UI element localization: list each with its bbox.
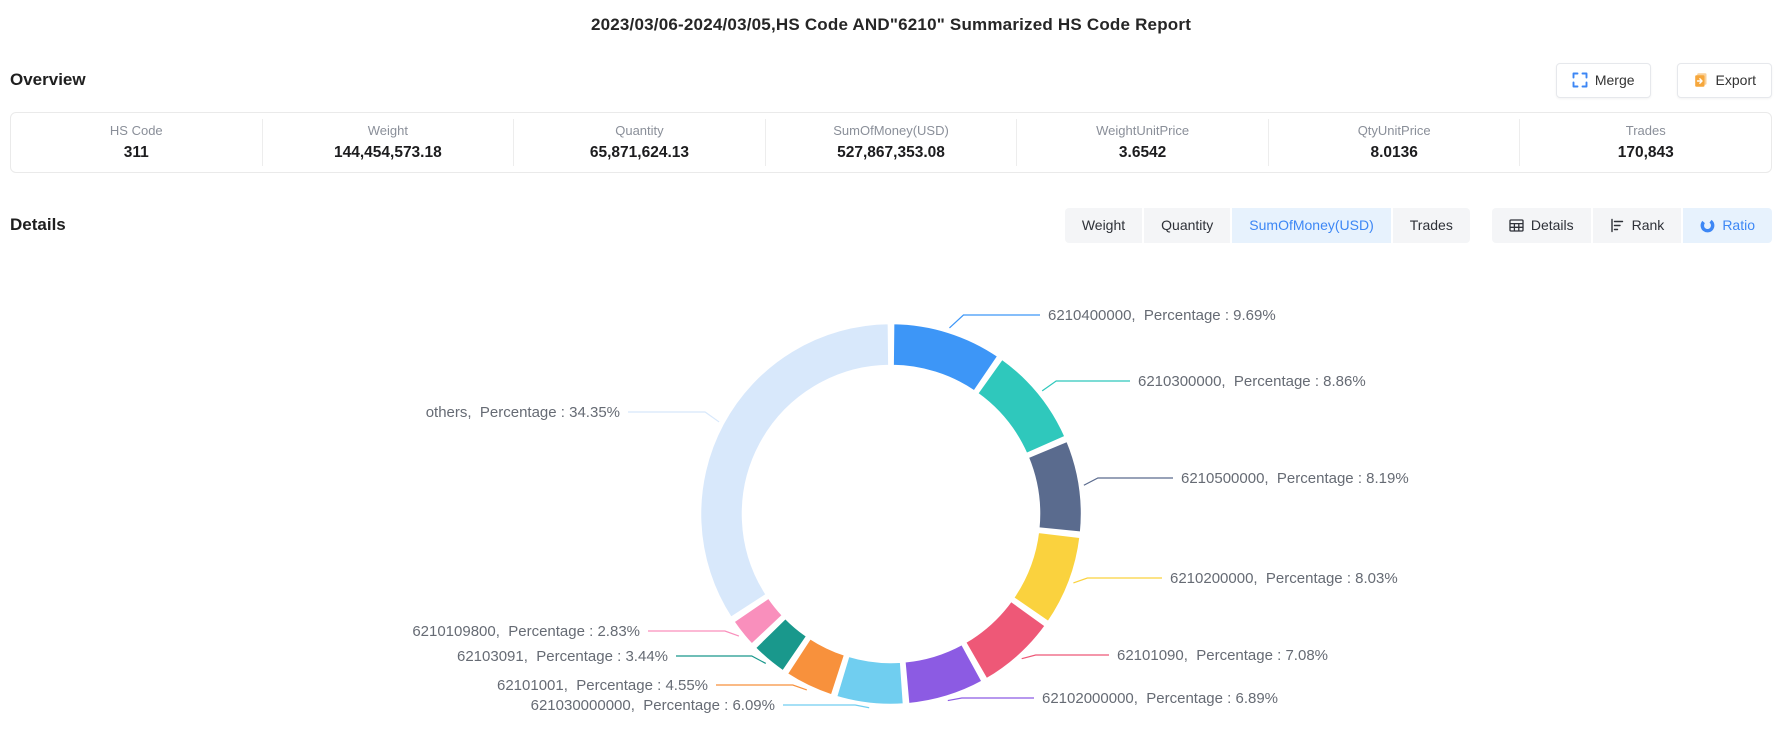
label-leader-line <box>1073 578 1162 583</box>
slice-label-6210109800: 6210109800, Percentage : 2.83% <box>412 623 640 640</box>
tab-label: Weight <box>1082 217 1125 233</box>
label-leader-line <box>648 631 739 636</box>
details-heading: Details <box>10 215 66 235</box>
tab-label: SumOfMoney(USD) <box>1249 217 1373 233</box>
view-tab-ratio[interactable]: Ratio <box>1683 208 1772 243</box>
donut-chart-svg: 6210400000, Percentage : 9.69% 6210300000… <box>0 249 1782 718</box>
slice-label-621030000000: 621030000000, Percentage : 6.09% <box>531 697 775 714</box>
overview-header-row: Overview Merge Export <box>0 61 1782 99</box>
toolbar: Merge Export <box>1556 63 1772 98</box>
stat-value: 144,454,573.18 <box>263 144 514 162</box>
view-tab-details[interactable]: Details <box>1492 208 1591 243</box>
merge-button-label: Merge <box>1595 72 1635 88</box>
tab-label: Quantity <box>1161 217 1213 233</box>
stat-label: WeightUnitPrice <box>1017 123 1268 138</box>
tab-label: Details <box>1531 217 1574 233</box>
slice-label-62102000000: 62102000000, Percentage : 6.89% <box>1042 690 1278 707</box>
label-leader-line <box>783 705 869 708</box>
stat-label: SumOfMoney(USD) <box>766 123 1017 138</box>
stat-value: 65,871,624.13 <box>514 144 765 162</box>
export-button-label: Export <box>1716 72 1756 88</box>
stat-trades: Trades 170,843 <box>1520 119 1771 166</box>
stat-qtyunitprice: QtyUnitPrice 8.0136 <box>1269 119 1521 166</box>
label-leader-line <box>1022 655 1109 659</box>
tab-label: Ratio <box>1722 217 1755 233</box>
label-leader-line <box>628 412 719 422</box>
table-icon <box>1509 218 1524 233</box>
donut-slice-6210500000[interactable] <box>1028 441 1082 533</box>
stat-value: 311 <box>11 144 262 162</box>
view-tab-group: Details Rank Ratio <box>1492 208 1772 243</box>
details-tab-area: Weight Quantity SumOfMoney(USD) Trades Deta… <box>1065 208 1772 243</box>
metric-tab-trades[interactable]: Trades <box>1393 208 1470 243</box>
slice-label-6210300000: 6210300000, Percentage : 8.86% <box>1138 373 1366 390</box>
label-leader-line <box>949 315 1040 328</box>
ratio-chart-area: 6210400000, Percentage : 9.69% 6210300000… <box>0 249 1782 718</box>
label-leader-line <box>1084 478 1173 485</box>
tab-label: Trades <box>1410 217 1453 233</box>
stat-label: QtyUnitPrice <box>1269 123 1520 138</box>
slice-label-6210200000: 6210200000, Percentage : 8.03% <box>1170 570 1398 587</box>
stat-label: HS Code <box>11 123 262 138</box>
rank-icon <box>1610 218 1625 233</box>
tab-label: Rank <box>1632 217 1665 233</box>
donut-icon <box>1700 218 1715 233</box>
stat-value: 170,843 <box>1520 144 1771 162</box>
stat-sumofmoney-usd: SumOfMoney(USD) 527,867,353.08 <box>766 119 1018 166</box>
stat-label: Weight <box>263 123 514 138</box>
donut-slice-others[interactable] <box>700 323 889 618</box>
stat-weightunitprice: WeightUnitPrice 3.6542 <box>1017 119 1269 166</box>
overview-heading: Overview <box>10 70 86 90</box>
stat-value: 8.0136 <box>1269 144 1520 162</box>
export-button[interactable]: Export <box>1677 63 1772 98</box>
merge-button[interactable]: Merge <box>1556 63 1651 98</box>
page-title: 2023/03/06-2024/03/05,HS Code AND"6210" … <box>0 0 1782 35</box>
overview-stats-panel: HS Code 311Weight 144,454,573.18Quantity 65… <box>10 112 1772 173</box>
stat-weight: Weight 144,454,573.18 <box>263 119 515 166</box>
slice-label-others: others, Percentage : 34.35% <box>426 404 620 421</box>
export-icon <box>1693 72 1709 88</box>
label-leader-line <box>1042 381 1130 391</box>
stat-hs-code: HS Code 311 <box>11 119 263 166</box>
metric-tab-sumofmoney-usd[interactable]: SumOfMoney(USD) <box>1232 208 1390 243</box>
slice-label-6210500000: 6210500000, Percentage : 8.19% <box>1181 470 1409 487</box>
slice-label-6210400000: 6210400000, Percentage : 9.69% <box>1048 307 1276 324</box>
slice-label-62101090: 62101090, Percentage : 7.08% <box>1117 647 1328 664</box>
label-leader-line <box>676 656 766 663</box>
stat-label: Quantity <box>514 123 765 138</box>
metric-tab-weight[interactable]: Weight <box>1065 208 1142 243</box>
metric-tab-quantity[interactable]: Quantity <box>1144 208 1230 243</box>
slice-label-62103091: 62103091, Percentage : 3.44% <box>457 648 668 665</box>
label-leader-line <box>948 698 1034 701</box>
view-tab-rank[interactable]: Rank <box>1593 208 1682 243</box>
stat-value: 3.6542 <box>1017 144 1268 162</box>
donut-slice-6210300000[interactable] <box>977 359 1066 455</box>
stat-quantity: Quantity 65,871,624.13 <box>514 119 766 166</box>
stat-value: 527,867,353.08 <box>766 144 1017 162</box>
stat-label: Trades <box>1520 123 1771 138</box>
donut-slice-621030000000[interactable] <box>836 656 904 705</box>
donut-slice-6210400000[interactable] <box>893 323 999 392</box>
metric-tab-group: Weight Quantity SumOfMoney(USD) Trades <box>1065 208 1470 243</box>
label-leader-line <box>716 685 807 690</box>
slice-label-62101001: 62101001, Percentage : 4.55% <box>497 677 708 694</box>
details-header-row: Details Weight Quantity SumOfMoney(USD) Tra… <box>0 206 1782 244</box>
merge-icon <box>1572 72 1588 88</box>
